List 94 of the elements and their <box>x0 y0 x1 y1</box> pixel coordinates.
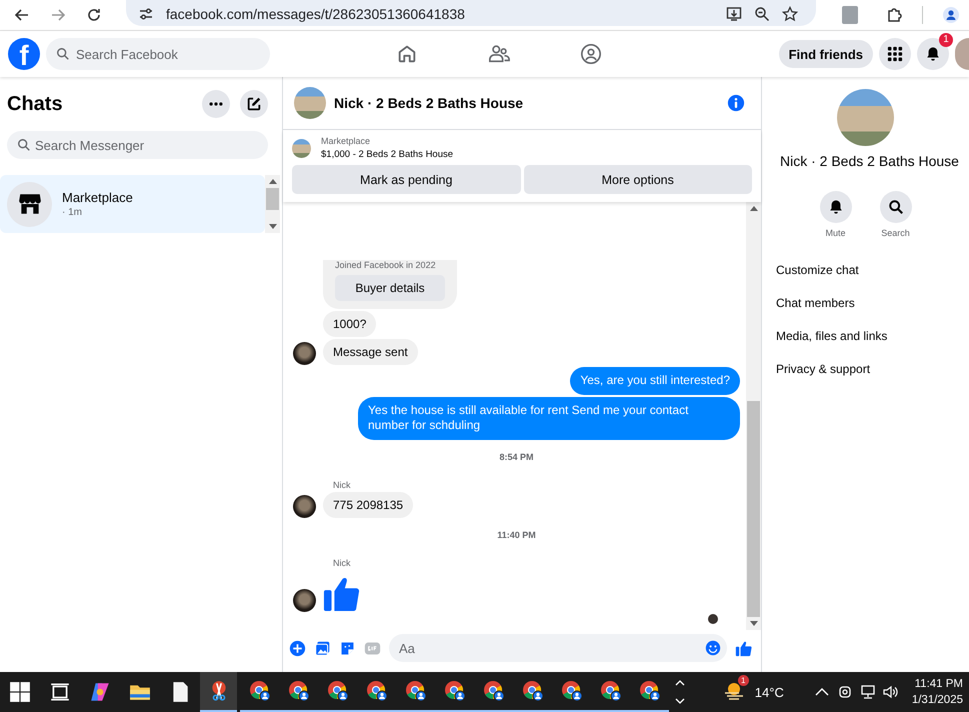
action-label: Search <box>881 228 910 238</box>
profile-icon[interactable] <box>943 7 959 23</box>
details-menu-item[interactable]: Customize chat <box>776 263 969 277</box>
search-field[interactable]: Search Facebook <box>46 38 270 70</box>
reload-icon[interactable] <box>86 7 102 23</box>
search-icon <box>17 138 31 152</box>
contact-name: Nick · 2 Beds 2 Baths House <box>780 153 959 169</box>
back-icon[interactable] <box>14 7 30 23</box>
action-label: Mute <box>825 228 846 238</box>
details-menu-item[interactable]: Media, files and links <box>776 329 969 343</box>
image-icon[interactable] <box>314 640 331 656</box>
zoom-icon[interactable] <box>754 6 770 22</box>
start-icon[interactable] <box>9 681 31 703</box>
notification-badge: 1 <box>939 33 953 47</box>
join-date-text: Joined Facebook in 2022 <box>335 260 437 270</box>
details-menu-item[interactable]: Chat members <box>776 296 969 310</box>
friends-icon[interactable] <box>488 43 510 65</box>
grid-icon <box>887 46 903 62</box>
chat-name: Marketplace <box>62 190 133 205</box>
search-button[interactable] <box>880 191 912 223</box>
search-icon <box>56 47 70 61</box>
scrollbar[interactable] <box>265 175 280 233</box>
bell-icon <box>828 199 844 215</box>
home-icon[interactable] <box>396 43 418 65</box>
weather-badge: 1 <box>738 674 749 686</box>
conversation-title[interactable]: Nick · 2 Beds 2 Baths House <box>334 95 524 111</box>
mute-button[interactable] <box>820 191 852 223</box>
read-receipt-avatar <box>708 614 718 624</box>
chat-list-item[interactable]: Marketplace · 1m <box>0 175 265 233</box>
more-options-button[interactable] <box>202 90 230 118</box>
search-icon <box>888 199 904 215</box>
browser-icon[interactable] <box>248 680 270 702</box>
browser-icon[interactable] <box>404 680 426 702</box>
house-photo-placeholder <box>292 138 311 158</box>
install-app-icon[interactable] <box>726 6 742 22</box>
volume-icon[interactable] <box>882 684 899 700</box>
find-friends-button[interactable]: Find friends <box>778 40 873 68</box>
timestamp: 8:54 PM <box>499 452 534 462</box>
plus-icon[interactable] <box>289 640 306 656</box>
house-photo-placeholder <box>294 87 326 119</box>
incoming-message: 1000? <box>323 311 376 338</box>
camera-icon[interactable] <box>836 684 853 700</box>
chat-time: · 1m <box>62 207 83 218</box>
facebook-logo[interactable]: f <box>8 38 40 70</box>
thumbs-up-icon[interactable] <box>735 640 752 656</box>
chats-title: Chats <box>7 92 63 116</box>
details-menu-item[interactable]: Privacy & support <box>776 362 969 376</box>
clock[interactable]: 11:41 PM 1/31/2025 <box>912 678 963 706</box>
browser-icon[interactable] <box>444 680 466 702</box>
scrollbar[interactable] <box>746 202 761 630</box>
incoming-message: 775 2098135 <box>323 492 414 518</box>
bell-icon <box>925 46 941 62</box>
forward-icon[interactable] <box>50 7 66 23</box>
temperature-text: 14°C <box>754 684 784 700</box>
browser-icon[interactable] <box>600 680 622 702</box>
sender-avatar[interactable] <box>293 589 316 612</box>
search-messenger-field[interactable]: Search Messenger <box>7 131 268 159</box>
menu-button[interactable] <box>879 38 911 70</box>
site-settings-icon[interactable] <box>138 6 154 22</box>
info-icon[interactable] <box>727 94 745 112</box>
clock-time: 11:41 PM <box>914 678 963 690</box>
listing-title[interactable]: $1,000 - 2 Beds 2 Baths House <box>321 149 454 160</box>
browser-icon[interactable] <box>482 680 504 702</box>
puzzle-icon[interactable] <box>886 7 902 23</box>
browser-icon[interactable] <box>522 680 544 702</box>
browser-icon[interactable] <box>638 680 660 702</box>
outgoing-message: Yes the house is still available for rent Send me your contact number for schduling <box>358 396 740 440</box>
url-text: facebook.com/messages/t/28623051360641838 <box>166 6 465 22</box>
message-input-field[interactable]: Aa <box>389 634 727 662</box>
task-view-icon[interactable] <box>49 681 71 703</box>
outgoing-message: Yes, are you still interested? <box>570 367 740 395</box>
sender-name: Nick <box>333 558 350 568</box>
browser-icon[interactable] <box>366 680 388 702</box>
star-icon[interactable] <box>782 6 798 22</box>
browser-icon[interactable] <box>560 680 582 702</box>
new-message-button[interactable] <box>240 90 268 118</box>
network-icon[interactable] <box>860 684 876 700</box>
browser-icon[interactable] <box>326 680 348 702</box>
listing-action-button[interactable]: Mark as pending <box>292 165 520 194</box>
sticker-icon[interactable] <box>339 640 356 656</box>
clock-date: 1/31/2025 <box>912 694 963 706</box>
incoming-message: Message sent <box>323 339 418 366</box>
sender-avatar[interactable] <box>293 495 316 518</box>
sender-avatar[interactable] <box>293 342 316 366</box>
compose-icon <box>246 96 262 112</box>
address-bar[interactable]: facebook.com/messages/t/28623051360641838 <box>126 0 816 26</box>
groups-icon[interactable] <box>580 43 602 65</box>
listing-action-button[interactable]: More options <box>524 165 752 194</box>
browser-icon[interactable] <box>288 680 310 702</box>
listing-label: Marketplace <box>321 136 372 146</box>
buyer-details-button[interactable]: Buyer details <box>335 275 445 302</box>
timestamp: 11:40 PM <box>497 530 536 540</box>
emoji-icon[interactable] <box>705 640 721 656</box>
sender-name: Nick <box>333 480 350 490</box>
